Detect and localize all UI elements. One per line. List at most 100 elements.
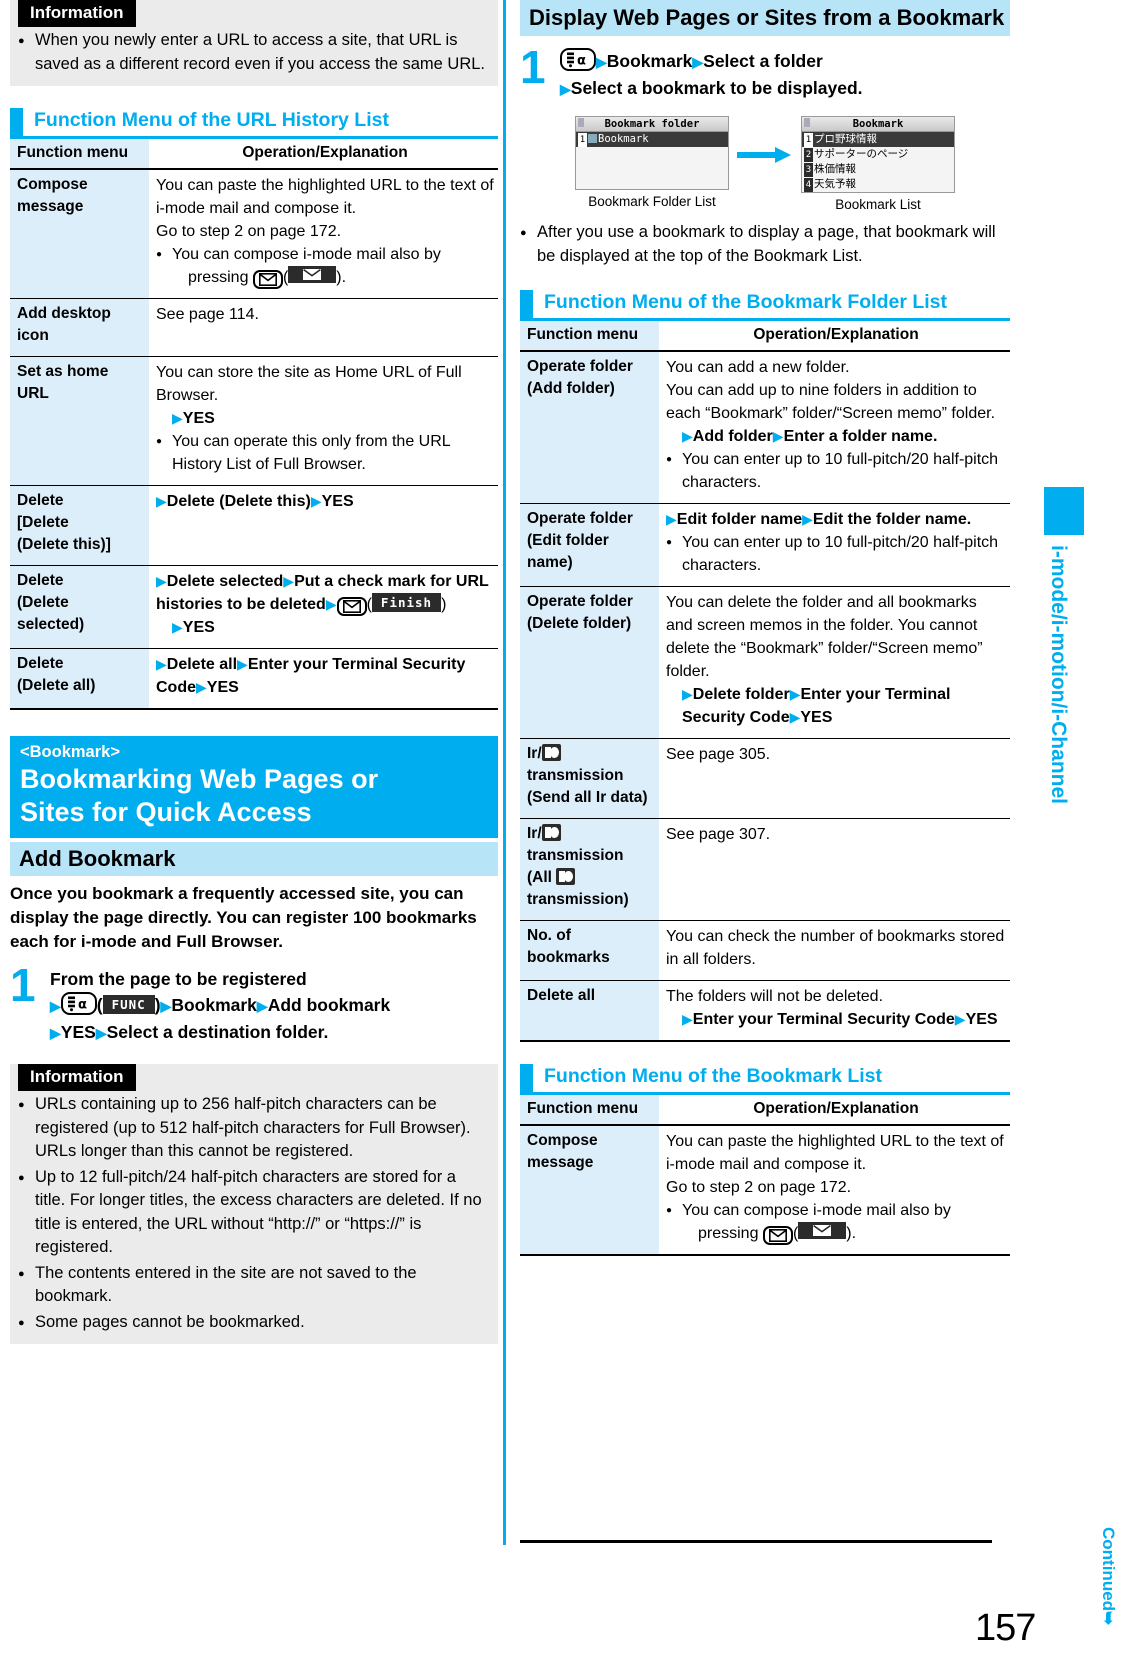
operation-label: YES — [182, 410, 215, 427]
row-content: You can paste the highlighted URL to the… — [149, 169, 498, 299]
side-tab-marker — [1044, 487, 1084, 535]
step-1: 1 From the page to be registered α(FUNC)… — [10, 962, 498, 1046]
arrow-icon — [682, 686, 693, 702]
row-text: See page 305. — [666, 746, 771, 763]
arrow-icon — [560, 81, 571, 97]
mail-key-icon — [762, 1226, 793, 1245]
arrow-icon — [196, 679, 207, 695]
row-label-prefix: Ir/ — [527, 745, 542, 762]
bookmark-folder-function-table: Function menu Operation/Explanation Oper… — [520, 321, 1010, 1042]
row-label: Operate folder (Delete folder) — [520, 586, 659, 739]
arrow-icon — [156, 656, 167, 672]
table-row: No. of bookmarks You can check the number… — [520, 920, 1010, 981]
step-body: From the page to be registered α(FUNC)Bo… — [50, 966, 498, 1046]
row-bullet: You can compose i-mode mail also by pres… — [156, 243, 494, 289]
section-heading-bookmark-folder: Function Menu of the Bookmark Folder Lis… — [520, 290, 1010, 321]
row-bullet-tail: pressing (). — [172, 266, 494, 289]
page-number: 157 — [975, 1607, 1036, 1649]
mail-softkey-icon — [798, 1222, 847, 1239]
screenshot-bookmark-list: Bookmark 1 プロ野球情報 2 サポーターのページ 3 株価情報 4 天気予報 … — [801, 116, 955, 213]
arrow-icon — [172, 619, 183, 635]
phone-screen: Bookmark 1 プロ野球情報 2 サポーターのページ 3 株価情報 4 天気予報 — [801, 116, 955, 193]
table-row: Ir/transmission (All transmission) See pa… — [520, 818, 1010, 921]
row-content: You can add a new folder. You can add up… — [659, 351, 1010, 504]
table-row: Delete[Delete(Delete this)] Delete (Dele… — [10, 485, 498, 566]
operation-label: YES — [60, 1022, 96, 1042]
step-line: From the page to be registered — [50, 969, 307, 989]
table-row: Operate folder (Delete folder) You can de… — [520, 586, 1010, 739]
arrow-icon — [682, 428, 693, 444]
list-item: 3 株価情報 — [802, 162, 954, 177]
bookmark-list-function-table: Function menu Operation/Explanation Comp… — [520, 1095, 1010, 1256]
operation-label: Add folder — [692, 428, 773, 445]
table-header-row: Function menu Operation/Explanation — [520, 1095, 1010, 1125]
row-operation: Add folder Enter a folder name. — [666, 425, 1006, 448]
row-text: You can check the number of bookmarks st… — [666, 928, 1005, 968]
svg-text:α: α — [78, 998, 87, 1013]
row-operation: YES — [156, 616, 494, 639]
row-content: See page 114. — [149, 298, 498, 357]
step-line: YES Select a destination folder. — [50, 1019, 498, 1046]
screen-titlebar: Bookmark — [802, 117, 954, 132]
item-label: サポーターのページ — [814, 148, 909, 160]
page-title: Display Web Pages or Sites from a Bookma… — [520, 0, 1010, 36]
arrow-icon — [326, 596, 337, 612]
item-label: プロ野球情報 — [814, 133, 877, 145]
row-label: Operate folder (Edit folder name) — [520, 503, 659, 587]
row-text: Go to step 2 on page 172. — [666, 1179, 852, 1196]
svg-text:α: α — [577, 54, 586, 69]
row-text: You can paste the highlighted URL to the… — [666, 1133, 1004, 1173]
flow-arrow-icon — [737, 116, 793, 194]
list-item: 2 サポーターのページ — [802, 147, 954, 162]
row-label-prefix: Ir/ — [527, 825, 542, 842]
row-label: Delete [Delete (Delete this)] — [10, 485, 149, 566]
operation-label: Bookmark — [606, 51, 693, 71]
heading-accent-bar — [10, 108, 23, 136]
screenshot-note: After you use a bookmark to display a pa… — [520, 221, 1010, 268]
table-row: Operate folder (Add folder) You can add a… — [520, 351, 1010, 504]
row-label: Set as home URL — [10, 356, 149, 486]
column-header-function-menu: Function menu — [520, 1095, 659, 1125]
operation-label: Add bookmark — [267, 995, 391, 1015]
row-content: See page 305. — [659, 738, 1010, 819]
item-number: 2 — [804, 148, 813, 162]
section-heading-label: Function Menu of the URL History List — [34, 108, 389, 131]
row-bullet: You can compose i-mode mail also by pres… — [666, 1199, 1006, 1245]
section-heading-label: Function Menu of the Bookmark List — [544, 1064, 883, 1087]
arrow-icon — [692, 54, 703, 70]
row-operation: YES — [156, 407, 494, 430]
footer-rule — [520, 1540, 992, 1543]
information-box-top: Information When you newly enter a URL t… — [10, 0, 498, 86]
i-alpha-key-icon: α — [60, 992, 97, 1015]
screenshot-folder-list: Bookmark folder 1 Bookmark Bookmark Folde… — [575, 116, 729, 210]
row-content: Edit folder name Edit the folder name. Yo… — [659, 503, 1010, 587]
row-bullet: You can enter up to 10 full-pitch/20 hal… — [666, 448, 1006, 494]
banner-title-line2: Sites for Quick Access — [20, 797, 312, 827]
row-label: Delete (Delete selected) — [10, 565, 149, 649]
folder-icon — [588, 134, 597, 143]
table-header-row: Function menu Operation/Explanation — [520, 321, 1010, 351]
operation-label: YES — [321, 493, 354, 510]
item-number: 1 — [804, 133, 813, 147]
row-label: Operate folder (Add folder) — [520, 351, 659, 504]
section-heading-label: Function Menu of the Bookmark Folder Lis… — [544, 290, 948, 313]
operation-label: Select a folder — [703, 51, 823, 71]
side-tab-label: i-mode/i-motion/i-Channel — [1047, 545, 1070, 804]
row-bullet-text: You can compose i-mode mail also by — [172, 246, 441, 263]
column-header-operation: Operation/Explanation — [149, 139, 498, 169]
subsection-title: Add Bookmark — [10, 842, 498, 876]
arrow-icon — [156, 573, 167, 589]
list-item: URLs containing up to 256 half-pitch cha… — [18, 1093, 490, 1164]
information-tag: Information — [18, 0, 136, 27]
section-heading-bookmark-list: Function Menu of the Bookmark List — [520, 1064, 1010, 1095]
ic-transmission-icon — [556, 868, 576, 885]
side-tab: i-mode/i-motion/i-Channel — [1044, 487, 1084, 987]
mail-key-icon — [336, 597, 367, 616]
screen-titlebar: Bookmark folder — [576, 117, 728, 132]
operation-label: YES — [800, 709, 833, 726]
ic-transmission-icon — [541, 824, 561, 841]
column-header-operation: Operation/Explanation — [659, 321, 1010, 351]
banner-title-line1: Bookmarking Web Pages or — [20, 764, 379, 794]
arrow-icon — [156, 493, 167, 509]
left-column: Information When you newly enter a URL t… — [10, 0, 498, 1344]
